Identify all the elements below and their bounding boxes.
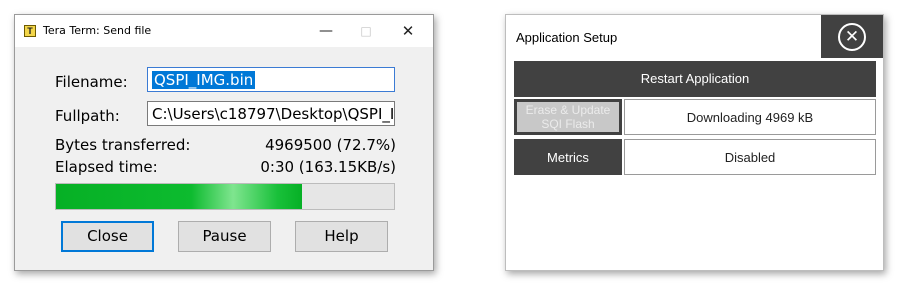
restart-application-button[interactable]: Restart Application bbox=[514, 61, 876, 97]
elapsed-time-label: Elapsed time: bbox=[55, 158, 158, 176]
fullpath-label: Fullpath: bbox=[55, 107, 120, 125]
progress-fill bbox=[56, 184, 302, 209]
filename-label: Filename: bbox=[55, 73, 128, 91]
teraterm-app-icon: T bbox=[24, 25, 36, 37]
download-status-field: Downloading 4969 kB bbox=[624, 99, 876, 135]
filename-field[interactable]: QSPI_IMG.bin bbox=[147, 67, 395, 92]
application-setup-panel: Application Setup ✕ Restart Application … bbox=[505, 14, 884, 271]
maximize-icon: □ bbox=[360, 24, 372, 38]
transfer-progress-bar bbox=[55, 183, 395, 210]
panel-title: Application Setup bbox=[516, 30, 618, 45]
pause-button[interactable]: Pause bbox=[178, 221, 271, 252]
erase-update-label: Erase & Update SQI Flash bbox=[517, 102, 619, 132]
erase-update-sqi-flash-button: Erase & Update SQI Flash bbox=[514, 99, 622, 135]
close-circle-icon: ✕ bbox=[838, 23, 866, 51]
panel-close-button[interactable]: ✕ bbox=[821, 15, 883, 58]
teraterm-send-file-dialog: T Tera Term: Send file — □ ✕ Filename: Q… bbox=[14, 14, 434, 271]
bytes-transferred-value: 4969500 (72.7%) bbox=[265, 136, 396, 154]
metrics-status-field: Disabled bbox=[624, 139, 876, 175]
window-title: Tera Term: Send file bbox=[43, 24, 152, 37]
fullpath-value: C:\Users\c18797\Desktop\QSPI_IMG.bin bbox=[152, 105, 395, 123]
close-icon[interactable]: ✕ bbox=[393, 21, 423, 41]
close-button[interactable]: Close bbox=[61, 221, 154, 252]
minimize-icon[interactable]: — bbox=[311, 21, 341, 41]
filename-value: QSPI_IMG.bin bbox=[152, 71, 256, 89]
help-button[interactable]: Help bbox=[295, 221, 388, 252]
bytes-transferred-label: Bytes transferred: bbox=[55, 136, 191, 154]
fullpath-field[interactable]: C:\Users\c18797\Desktop\QSPI_IMG.bin bbox=[147, 101, 395, 126]
title-bar[interactable]: T Tera Term: Send file — □ ✕ bbox=[15, 15, 433, 47]
elapsed-time-value: 0:30 (163.15KB/s) bbox=[260, 158, 396, 176]
metrics-button[interactable]: Metrics bbox=[514, 139, 622, 175]
